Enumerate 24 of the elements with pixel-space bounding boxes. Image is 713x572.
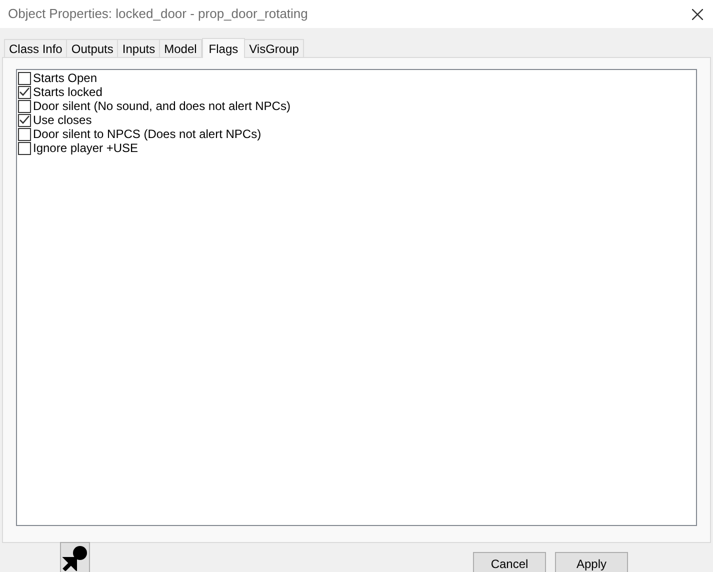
pointer-button[interactable] xyxy=(60,542,90,572)
checkbox-label[interactable]: Starts locked xyxy=(33,85,102,99)
checkbox[interactable] xyxy=(18,86,31,98)
window-title: Object Properties: locked_door - prop_door_rotating xyxy=(8,5,308,24)
tab[interactable]: Class Info xyxy=(4,39,68,57)
checkbox[interactable] xyxy=(18,114,31,126)
checkbox[interactable] xyxy=(18,128,31,140)
checkbox-label[interactable]: Ignore player +USE xyxy=(33,141,138,155)
dialog-button[interactable]: Apply xyxy=(555,552,628,572)
tab[interactable]: VisGroup xyxy=(244,39,304,57)
checkbox-label[interactable]: Use closes xyxy=(33,113,92,127)
checkbox-label[interactable]: Starts Open xyxy=(33,71,98,85)
tab[interactable]: Inputs xyxy=(117,39,160,57)
tab[interactable]: Model xyxy=(159,39,202,57)
checkbox-label[interactable]: Door silent to NPCS (Does not alert NPCs) xyxy=(33,127,262,141)
close-icon[interactable] xyxy=(692,8,703,20)
arrow-dot-icon xyxy=(62,544,88,570)
dialog-button[interactable]: Cancel xyxy=(473,552,546,572)
checkbox[interactable] xyxy=(18,142,31,154)
tab[interactable]: Outputs xyxy=(66,39,118,57)
checkbox[interactable] xyxy=(18,72,31,84)
checkbox-label[interactable]: Door silent (No sound, and does not alert NPCs) xyxy=(33,99,290,113)
checkbox[interactable] xyxy=(18,100,31,112)
tab[interactable]: Flags xyxy=(202,38,246,58)
